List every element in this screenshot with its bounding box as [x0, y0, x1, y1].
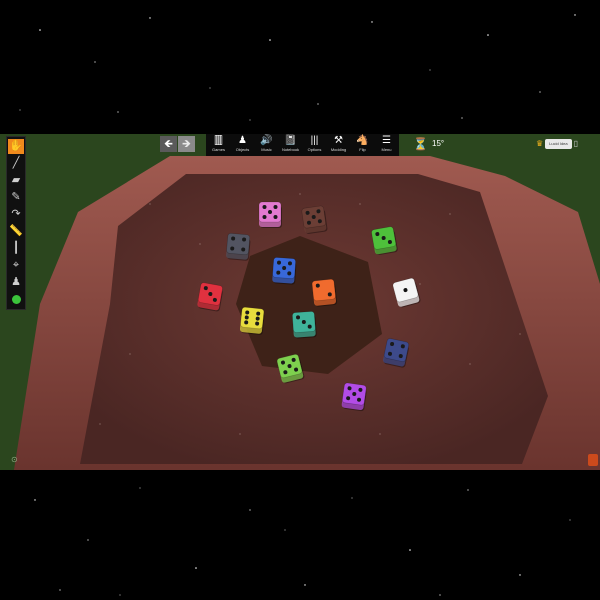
- shape-icon: ▰: [11, 174, 21, 186]
- die-pip: [262, 215, 267, 219]
- ruler-icon: 📏: [9, 225, 23, 237]
- toolbar-music-button[interactable]: 🔊 Music: [255, 134, 278, 156]
- toolbar-objects-button[interactable]: ♟ Objects: [231, 134, 254, 156]
- color-marker-icon: ♟: [11, 276, 21, 288]
- die-face: [240, 306, 265, 330]
- line-tool[interactable]: ╱: [8, 156, 24, 171]
- die-face: [226, 233, 251, 255]
- toolbar-button-label: Flip: [359, 147, 366, 152]
- die-purple[interactable]: [341, 382, 367, 412]
- menu-icon: ☰: [382, 135, 391, 146]
- redo-button[interactable]: 🡺: [178, 136, 195, 152]
- player-menu-icon[interactable]: ▯: [574, 139, 578, 149]
- toolbar-notebook-button[interactable]: 📓 Notebook: [279, 134, 302, 156]
- game-viewport[interactable]: ✋ ╱ ▰ ✎ ↷ 📏 ┃ ⌖ ♟ 🡸 🡺 🀫 Games ♟ Objects 🔊 Music 📓 Noteb…: [0, 134, 600, 470]
- die-pink[interactable]: [258, 201, 282, 228]
- die-pip: [273, 215, 278, 219]
- die-yellow[interactable]: [239, 306, 266, 335]
- gizmo-icon: ⌖: [12, 259, 20, 271]
- arrow-right-icon: 🡺: [182, 138, 191, 150]
- die-teal[interactable]: [292, 311, 317, 339]
- measure-tool[interactable]: 📏: [8, 224, 24, 239]
- die-pip: [262, 205, 267, 209]
- flick-icon: ↷: [11, 208, 21, 220]
- pen-icon: ✎: [11, 191, 21, 203]
- pointer-tool[interactable]: ┃: [8, 241, 24, 256]
- toolbar-button-label: Games: [212, 147, 225, 152]
- notes-icon[interactable]: [588, 454, 598, 466]
- toolbar-menu-button[interactable]: ☰ Menu: [375, 134, 398, 156]
- draw-tool[interactable]: ✎: [8, 190, 24, 205]
- line-icon: ╱: [12, 157, 20, 169]
- die-blue[interactable]: [272, 257, 297, 285]
- toolbar-button-label: Notebook: [281, 147, 300, 152]
- grab-tool[interactable]: ✋: [8, 139, 24, 154]
- left-toolbar: ✋ ╱ ▰ ✎ ↷ 📏 ┃ ⌖ ♟: [6, 136, 26, 310]
- toolbar-button-label: Modding: [330, 147, 347, 152]
- die-red[interactable]: [197, 282, 224, 312]
- options-icon: |||: [310, 135, 319, 146]
- crown-icon: ♛: [536, 139, 544, 148]
- games-icon: 🀫: [214, 135, 223, 146]
- player-color[interactable]: [8, 292, 24, 307]
- toolbar-options-button[interactable]: ||| Options: [303, 134, 326, 156]
- flip-icon: 🐴: [356, 135, 369, 146]
- die-face: [383, 338, 409, 362]
- toolbar-button-label: Music: [261, 147, 272, 152]
- toolbar-modding-button[interactable]: ⚒ Modding: [327, 134, 350, 156]
- top-toolbar: 🀫 Games ♟ Objects 🔊 Music 📓 Notebook ||| Options ⚒…: [206, 134, 399, 156]
- shape-tool[interactable]: ▰: [8, 173, 24, 188]
- gizmo-tool[interactable]: ⌖: [8, 258, 24, 273]
- ruler-button[interactable]: ⏳: [413, 137, 428, 151]
- player-area: ♛ Lucid Idea ▯: [536, 139, 578, 149]
- game-scene[interactable]: [0, 134, 600, 470]
- green-dot-icon: [11, 295, 21, 304]
- toolbar-button-label: Options: [307, 147, 322, 152]
- undo-button[interactable]: 🡸: [160, 136, 177, 152]
- toolbar-games-button[interactable]: 🀫 Games: [207, 134, 230, 156]
- camera-icon[interactable]: ⊙: [11, 456, 18, 464]
- toolbar-button-label: Objects: [235, 147, 250, 152]
- hand-icon: ✋: [9, 140, 23, 152]
- objects-icon: ♟: [238, 135, 247, 146]
- die-pip: [273, 205, 278, 209]
- notebook-icon: 📓: [284, 135, 297, 146]
- die-dark-brown[interactable]: [301, 205, 328, 234]
- die-gray[interactable]: [226, 233, 251, 261]
- toolbar-button-label: Menu: [381, 147, 392, 152]
- die-orange[interactable]: [311, 278, 338, 307]
- modding-icon: ⚒: [334, 135, 343, 146]
- undo-redo-group: 🡸 🡺: [160, 136, 195, 152]
- color-tool[interactable]: ♟: [8, 275, 24, 290]
- rotation-angle: 15°: [432, 139, 445, 148]
- toolbar-flip-button[interactable]: 🐴 Flip: [351, 134, 374, 156]
- music-icon: 🔊: [260, 135, 273, 146]
- player-name-tag[interactable]: Lucid Idea: [545, 139, 572, 149]
- arrow-left-icon: 🡸: [164, 138, 173, 150]
- hourglass-icon: ⏳: [413, 137, 428, 151]
- die-face: [311, 278, 336, 302]
- pointer-icon: ┃: [12, 242, 20, 254]
- die-pip: [268, 210, 272, 214]
- flick-tool[interactable]: ↷: [8, 207, 24, 222]
